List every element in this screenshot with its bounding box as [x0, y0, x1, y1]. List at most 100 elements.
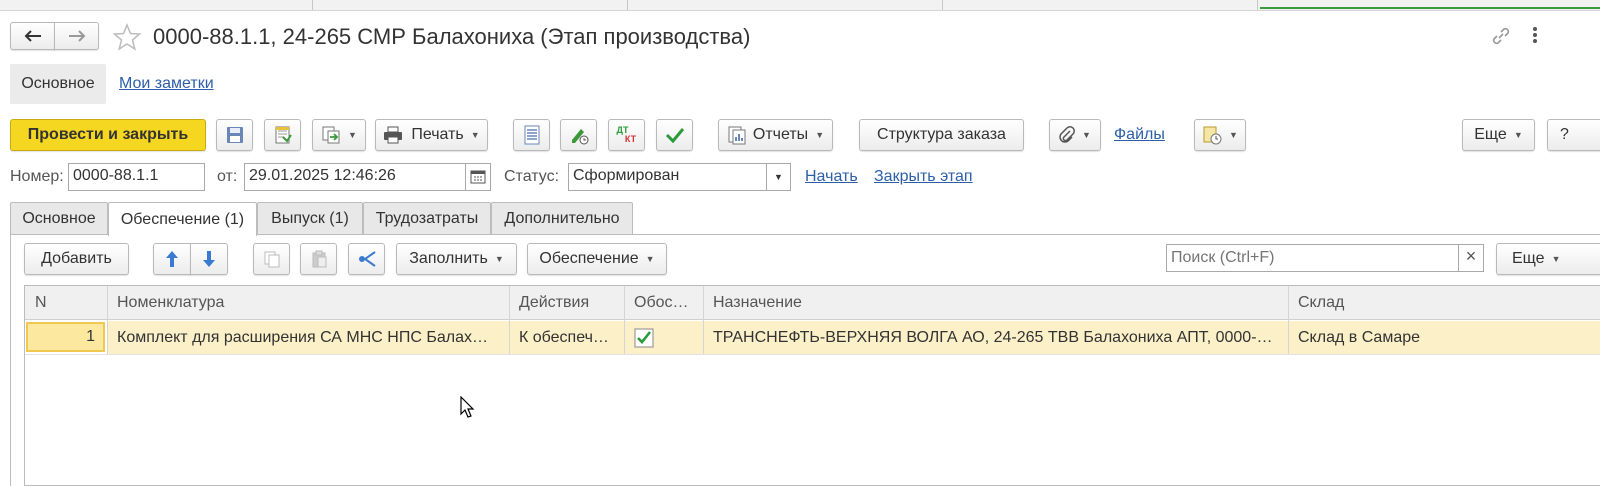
start-link[interactable]: Начать [805, 168, 858, 186]
cell-warehouse[interactable]: Склад в Самаре [1288, 321, 1600, 354]
tab-labor[interactable]: Трудозатраты [363, 202, 491, 234]
column-header-n[interactable]: N [25, 286, 107, 320]
fill-label: Заполнить [409, 250, 488, 267]
paperclip-icon [1059, 126, 1076, 143]
post-button[interactable] [264, 119, 301, 151]
move-up-button[interactable] [153, 243, 191, 275]
tab-main-label: Основное [22, 209, 96, 227]
journal-list-icon [524, 125, 539, 145]
floppy-disk-icon [226, 127, 243, 143]
split-icon [358, 251, 376, 267]
attachments-button[interactable]: ▼ [1049, 119, 1101, 151]
cell-actions[interactable]: К обеспеч… [509, 321, 624, 354]
cell-n[interactable]: 1 [26, 322, 105, 352]
column-divider [107, 286, 108, 354]
save-button[interactable] [216, 119, 253, 151]
more-button[interactable]: Еще ▼ [1462, 119, 1535, 151]
calendar-button[interactable] [465, 163, 491, 191]
order-structure-button[interactable]: Структура заказа [859, 119, 1024, 151]
provision-label: Обеспечение [539, 250, 639, 267]
window-tab-strip [0, 0, 1600, 11]
row-purpose: ТРАНСНЕФТЬ-ВЕРХНЯЯ ВОЛГА АО, 24-265 ТВВ … [713, 328, 1273, 346]
forward-button[interactable] [54, 22, 99, 50]
column-n-label: N [35, 293, 47, 311]
edit-history-button[interactable] [560, 119, 597, 151]
copy-icon [264, 251, 279, 268]
column-header-warehouse[interactable]: Склад [1288, 286, 1600, 320]
reports-label: Отчеты [752, 126, 809, 143]
calendar-icon [470, 170, 486, 184]
date-field[interactable]: 29.01.2025 12:46:26 [244, 163, 466, 191]
close-icon: × [1465, 246, 1477, 266]
provision-table: N Номенклатура Действия Обос… Назначение… [24, 285, 1600, 486]
cell-provided[interactable] [624, 321, 703, 354]
files-link[interactable]: Файлы [1114, 126, 1165, 144]
add-label: Добавить [41, 250, 112, 267]
post-and-close-label: Провести и закрыть [27, 126, 189, 143]
table-more-label: Еще [1512, 250, 1545, 267]
column-header-provided[interactable]: Обос… [624, 286, 703, 320]
paste-button[interactable] [300, 243, 337, 275]
document-journal-button[interactable] [513, 119, 550, 151]
create-based-on-button[interactable]: ▼ [312, 119, 366, 151]
table-more-button[interactable]: Еще ▼ [1496, 243, 1600, 275]
close-stage-link[interactable]: Закрыть этап [874, 168, 973, 186]
more-vertical-icon[interactable] [1530, 25, 1540, 45]
column-header-purpose[interactable]: Назначение [703, 286, 1288, 320]
column-provided-label: Обос… [634, 293, 689, 311]
reports-icon [728, 126, 746, 145]
status-select[interactable]: Сформирован [568, 163, 767, 191]
date-label: от: [217, 168, 238, 185]
split-row-button[interactable] [348, 243, 385, 275]
row-divider [25, 354, 1600, 355]
nav-tab-notes[interactable]: Мои заметки [119, 75, 214, 93]
back-button[interactable] [10, 22, 55, 50]
column-header-nomenclature[interactable]: Номенклатура [107, 286, 509, 320]
tab-output[interactable]: Выпуск (1) [257, 202, 363, 234]
cell-purpose[interactable]: ТРАНСНЕФТЬ-ВЕРХНЯЯ ВОЛГА АО, 24-265 ТВВ … [703, 321, 1288, 354]
order-structure-label: Структура заказа [877, 126, 1006, 143]
provision-button[interactable]: Обеспечение ▼ [527, 243, 667, 275]
row-actions: К обеспеч… [519, 328, 609, 346]
link-icon[interactable] [1490, 25, 1512, 47]
help-button[interactable]: ? [1547, 119, 1600, 151]
status-dropdown-button[interactable]: ▼ [766, 163, 791, 191]
search-input[interactable] [1166, 244, 1459, 272]
move-down-button[interactable] [190, 243, 228, 275]
column-actions-label: Действия [519, 293, 590, 311]
column-nomenclature-label: Номенклатура [117, 293, 225, 311]
dt-kt-postings-button[interactable]: ДТ КТ [608, 119, 645, 151]
print-label: Печать [411, 126, 464, 143]
help-label: ? [1560, 126, 1569, 143]
print-button[interactable]: Печать ▼ [375, 119, 488, 151]
reports-button[interactable]: Отчеты ▼ [718, 119, 833, 151]
number-field[interactable]: 0000-88.1.1 [68, 163, 205, 191]
arrow-left-icon [24, 30, 41, 42]
checkmark-icon [665, 128, 684, 144]
status-label: Статус: [504, 168, 560, 185]
column-purpose-label: Назначение [713, 293, 802, 311]
tab-main[interactable]: Основное [10, 202, 108, 234]
arrow-up-icon [166, 251, 178, 267]
checkbox-checked-icon[interactable] [634, 328, 654, 348]
tab-additional[interactable]: Дополнительно [491, 202, 633, 234]
cell-nomenclature[interactable]: Комплект для расширения СА МНС НПС Балах… [107, 321, 509, 354]
kt-label: КТ [624, 134, 637, 144]
post-and-close-button[interactable]: Провести и закрыть [10, 119, 206, 151]
add-button[interactable]: Добавить [24, 243, 129, 275]
more-label: Еще [1474, 126, 1507, 143]
favorite-star-icon[interactable] [112, 22, 142, 52]
fill-button[interactable]: Заполнить ▼ [396, 243, 517, 275]
column-header-actions[interactable]: Действия [509, 286, 624, 320]
scheduled-tasks-button[interactable]: ▼ [1194, 119, 1246, 151]
column-warehouse-label: Склад [1298, 293, 1345, 311]
number-label: Номер: [10, 168, 64, 185]
tab-labor-label: Трудозатраты [375, 209, 479, 227]
search-clear-button[interactable]: × [1458, 244, 1484, 272]
nav-tab-main[interactable]: Основное [10, 64, 106, 104]
copy-button[interactable] [253, 243, 290, 275]
tab-provision[interactable]: Обеспечение (1) [108, 202, 257, 236]
post-check-button[interactable] [656, 119, 693, 151]
pencil-clock-icon [571, 129, 588, 145]
column-divider [703, 286, 704, 354]
